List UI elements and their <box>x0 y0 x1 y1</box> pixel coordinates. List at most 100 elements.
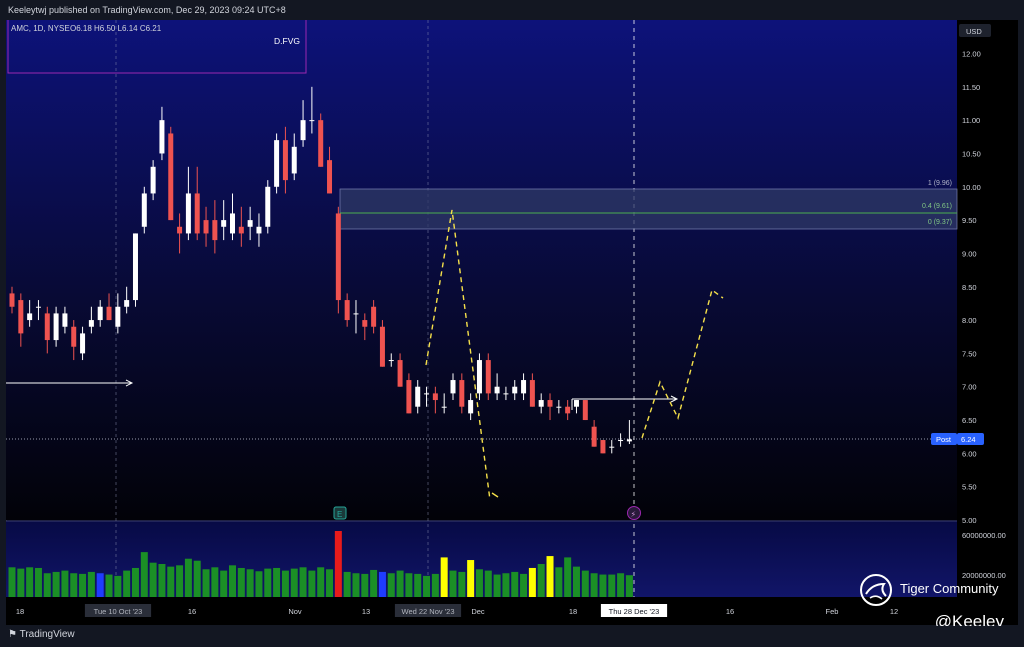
volume-bar[interactable] <box>61 570 69 597</box>
candle-body[interactable] <box>459 380 465 407</box>
volume-bar[interactable] <box>96 573 104 597</box>
volume-bar[interactable] <box>581 570 589 597</box>
volume-bar[interactable] <box>114 575 122 597</box>
volume-bar[interactable] <box>317 567 325 597</box>
volume-bar[interactable] <box>158 564 166 597</box>
candle-body[interactable] <box>265 186 271 227</box>
volume-bar[interactable] <box>493 574 501 597</box>
volume-bar[interactable] <box>334 531 342 597</box>
volume-bar[interactable] <box>546 556 554 597</box>
candle-body[interactable] <box>194 193 200 234</box>
candle-body[interactable] <box>300 120 306 141</box>
volume-bar[interactable] <box>273 567 281 597</box>
candle-body[interactable] <box>203 220 209 234</box>
volume-bar[interactable] <box>229 565 236 597</box>
candle-body[interactable] <box>591 426 597 447</box>
volume-bar[interactable] <box>264 568 272 597</box>
volume-bar[interactable] <box>440 557 448 597</box>
candle-body[interactable] <box>97 306 103 321</box>
volume-bar[interactable] <box>520 573 528 597</box>
candle-body[interactable] <box>132 233 138 301</box>
candle-body[interactable] <box>556 406 562 408</box>
volume-bar[interactable] <box>414 573 422 597</box>
candle-body[interactable] <box>256 226 262 234</box>
volume-bar[interactable] <box>105 574 113 597</box>
volume-bar[interactable] <box>511 571 519 597</box>
volume-bar[interactable] <box>308 570 316 597</box>
candle-body[interactable] <box>309 120 315 122</box>
candle-body[interactable] <box>124 300 130 307</box>
candle-body[interactable] <box>538 400 544 407</box>
candle-body[interactable] <box>27 313 33 321</box>
candle-body[interactable] <box>547 400 553 407</box>
volume-bar[interactable] <box>405 573 413 597</box>
candle-body[interactable] <box>362 320 368 327</box>
candle-body[interactable] <box>406 380 412 414</box>
volume-bar[interactable] <box>237 567 245 597</box>
candle-body[interactable] <box>424 393 430 395</box>
volume-bar[interactable] <box>34 567 42 597</box>
candle-body[interactable] <box>388 360 394 362</box>
candle-body[interactable] <box>441 406 447 408</box>
candle-body[interactable] <box>512 386 518 394</box>
volume-bar[interactable] <box>343 571 351 597</box>
volume-bar[interactable] <box>299 567 307 597</box>
volume-bar[interactable] <box>131 567 139 597</box>
volume-bar[interactable] <box>281 570 289 597</box>
candle-body[interactable] <box>212 220 218 241</box>
candle-body[interactable] <box>432 393 438 401</box>
candle-body[interactable] <box>521 380 527 394</box>
volume-bar[interactable] <box>290 568 298 597</box>
volume-bar[interactable] <box>572 566 580 597</box>
volume-bar[interactable] <box>378 571 386 597</box>
volume-bar[interactable] <box>255 571 263 597</box>
volume-bar[interactable] <box>52 571 60 597</box>
candle-body[interactable] <box>344 300 350 321</box>
volume-bar[interactable] <box>599 574 607 597</box>
candle-body[interactable] <box>53 313 59 341</box>
candle-body[interactable] <box>18 300 24 334</box>
volume-bar[interactable] <box>387 573 395 597</box>
volume-bar[interactable] <box>475 569 483 597</box>
candle-body[interactable] <box>44 313 50 341</box>
volume-bar[interactable] <box>176 565 184 597</box>
chart-canvas[interactable]: AMC, 1D, NYSE O6.18 H6.50 L6.14 C6.21 D.… <box>6 20 1018 625</box>
volume-bar[interactable] <box>449 570 457 597</box>
volume-bar[interactable] <box>590 573 598 597</box>
candle-body[interactable] <box>71 326 77 347</box>
candle-body[interactable] <box>415 386 421 407</box>
candle-body[interactable] <box>159 120 165 154</box>
candle-body[interactable] <box>318 120 324 167</box>
volume-bar[interactable] <box>361 573 369 597</box>
candle-body[interactable] <box>494 386 500 394</box>
volume-bar[interactable] <box>26 567 34 597</box>
volume-bar[interactable] <box>502 573 510 597</box>
candle-body[interactable] <box>529 380 535 407</box>
candle-body[interactable] <box>274 140 280 187</box>
candle-body[interactable] <box>88 320 94 327</box>
volume-bar[interactable] <box>537 564 545 597</box>
candle-body[interactable] <box>476 360 482 394</box>
volume-bar[interactable] <box>608 574 616 597</box>
volume-bar[interactable] <box>87 571 95 597</box>
volume-bar[interactable] <box>79 573 87 597</box>
candle-body[interactable] <box>221 220 227 227</box>
volume-bar[interactable] <box>528 567 536 597</box>
candle-body[interactable] <box>150 166 156 194</box>
volume-bar[interactable] <box>396 570 404 597</box>
candle-body[interactable] <box>485 360 491 394</box>
volume-bar[interactable] <box>8 567 16 597</box>
volume-bar[interactable] <box>149 562 157 597</box>
volume-bar[interactable] <box>70 573 78 597</box>
candle-body[interactable] <box>371 306 377 327</box>
volume-bar[interactable] <box>555 567 563 597</box>
volume-bar[interactable] <box>370 569 378 597</box>
volume-bar[interactable] <box>43 573 51 597</box>
volume-bar[interactable] <box>17 568 25 597</box>
candle-body[interactable] <box>230 213 235 234</box>
candle-body[interactable] <box>327 160 333 194</box>
volume-bar[interactable] <box>211 567 219 597</box>
tradingview-logo[interactable]: ⚑ TradingView <box>8 629 75 640</box>
volume-bar[interactable] <box>617 573 625 597</box>
volume-bar[interactable] <box>352 573 360 597</box>
